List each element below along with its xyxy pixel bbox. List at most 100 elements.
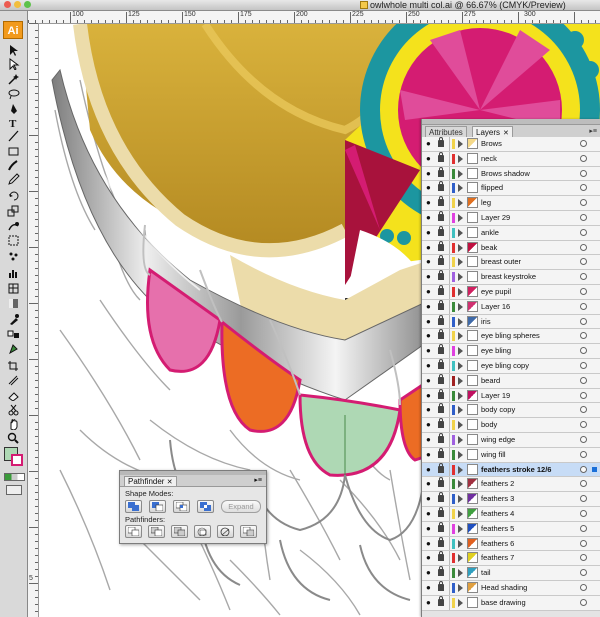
target-circle-icon[interactable]	[580, 302, 587, 310]
visibility-eye-icon[interactable]: ●	[426, 598, 434, 606]
stroke-swatch[interactable]	[11, 454, 23, 466]
divide-button[interactable]	[125, 525, 142, 538]
slice-tool[interactable]	[4, 373, 22, 386]
tab-layers[interactable]: Layers ✕	[472, 126, 513, 137]
layer-name[interactable]: feathers 6	[481, 537, 514, 551]
expand-triangle-icon[interactable]	[458, 539, 463, 548]
eyedropper-tool[interactable]	[4, 312, 22, 325]
eraser-tool[interactable]	[4, 388, 22, 401]
target-circle-icon[interactable]	[580, 450, 587, 458]
outline-button[interactable]	[217, 525, 234, 538]
lock-icon[interactable]	[438, 210, 444, 221]
target-circle-icon[interactable]	[580, 347, 587, 355]
lock-icon[interactable]	[438, 196, 444, 207]
column-graph-tool[interactable]	[4, 266, 22, 279]
layer-row[interactable]: ● Brows shadow	[422, 166, 600, 182]
expand-triangle-icon[interactable]	[458, 376, 463, 385]
layer-name[interactable]: Layer 19	[481, 389, 510, 403]
layer-row[interactable]: ● wing fill	[422, 447, 600, 463]
free-transform-tool[interactable]	[4, 233, 22, 246]
expand-triangle-icon[interactable]	[458, 347, 463, 356]
target-circle-icon[interactable]	[580, 509, 587, 517]
target-circle-icon[interactable]	[580, 213, 587, 221]
layer-name[interactable]: Head shading	[481, 581, 527, 595]
visibility-eye-icon[interactable]: ●	[426, 287, 434, 295]
mesh-tool[interactable]	[4, 281, 22, 294]
layer-name[interactable]: ankle	[481, 226, 499, 240]
expand-triangle-icon[interactable]	[458, 391, 463, 400]
tab-pathfinder[interactable]: Pathfinder ✕	[124, 476, 177, 486]
lock-icon[interactable]	[438, 447, 444, 458]
target-circle-icon[interactable]	[580, 554, 587, 562]
expand-triangle-icon[interactable]	[458, 317, 463, 326]
lock-icon[interactable]	[438, 225, 444, 236]
live-paint-tool[interactable]	[4, 342, 22, 355]
target-circle-icon[interactable]	[580, 243, 587, 251]
expand-triangle-icon[interactable]	[458, 583, 463, 592]
layer-name[interactable]: Layer 29	[481, 211, 510, 225]
screen-mode-button[interactable]	[6, 485, 22, 495]
layer-row[interactable]: ● wing edge	[422, 432, 600, 448]
lock-icon[interactable]	[438, 137, 444, 147]
expand-triangle-icon[interactable]	[458, 465, 463, 474]
layer-row[interactable]: ● Head shading	[422, 580, 600, 596]
layer-name[interactable]: iris	[481, 315, 491, 329]
target-circle-icon[interactable]	[580, 258, 587, 266]
expand-triangle-icon[interactable]	[458, 361, 463, 370]
close-window-button[interactable]	[4, 1, 11, 8]
expand-triangle-icon[interactable]	[458, 140, 463, 148]
expand-triangle-icon[interactable]	[458, 332, 463, 341]
layer-name[interactable]: wing edge	[481, 433, 515, 447]
target-circle-icon[interactable]	[580, 228, 587, 236]
lock-icon[interactable]	[438, 358, 444, 369]
layer-name[interactable]: Brows shadow	[481, 167, 530, 181]
target-circle-icon[interactable]	[580, 524, 587, 532]
zoom-tool[interactable]	[4, 431, 22, 444]
visibility-eye-icon[interactable]: ●	[426, 317, 434, 325]
scissors-tool[interactable]	[4, 403, 22, 416]
panel-menu-icon[interactable]: ▸≡	[589, 127, 597, 135]
crop-button[interactable]	[194, 525, 211, 538]
visibility-eye-icon[interactable]: ●	[426, 569, 434, 577]
expand-triangle-icon[interactable]	[458, 435, 463, 444]
scale-tool[interactable]	[4, 204, 22, 217]
layer-row[interactable]: ● iris	[422, 314, 600, 330]
layer-row[interactable]: ● beard	[422, 373, 600, 389]
line-tool[interactable]	[4, 129, 22, 142]
target-circle-icon[interactable]	[580, 465, 587, 473]
layer-row[interactable]: ● beak	[422, 240, 600, 256]
lock-icon[interactable]	[438, 373, 444, 384]
layer-name[interactable]: tail	[481, 566, 491, 580]
layer-name[interactable]: feathers stroke 12/6	[481, 463, 551, 477]
layer-row[interactable]: ● eye bling	[422, 344, 600, 359]
layer-row[interactable]: ● feathers 2	[422, 477, 600, 493]
layer-row[interactable]: ● body	[422, 418, 600, 433]
layer-name[interactable]: flipped	[481, 181, 503, 195]
expand-triangle-icon[interactable]	[458, 421, 463, 430]
merge-button[interactable]	[171, 525, 188, 538]
lock-icon[interactable]	[438, 284, 444, 295]
layer-name[interactable]: eye pupil	[481, 285, 511, 299]
minimize-window-button[interactable]	[14, 1, 21, 8]
target-circle-icon[interactable]	[580, 184, 587, 192]
lock-icon[interactable]	[438, 492, 444, 503]
expand-triangle-icon[interactable]	[458, 480, 463, 489]
target-circle-icon[interactable]	[580, 273, 587, 281]
layer-name[interactable]: neck	[481, 152, 497, 166]
zoom-window-button[interactable]	[24, 1, 31, 8]
layer-name[interactable]: feathers 7	[481, 551, 514, 565]
target-circle-icon[interactable]	[580, 140, 587, 147]
close-icon[interactable]: ✕	[167, 479, 173, 486]
expand-triangle-icon[interactable]	[458, 184, 463, 193]
layer-row[interactable]: ● tail	[422, 566, 600, 581]
layer-row[interactable]: ● breast outer	[422, 255, 600, 271]
layer-row[interactable]: ● leg	[422, 196, 600, 211]
expand-triangle-icon[interactable]	[458, 569, 463, 578]
lock-icon[interactable]	[438, 181, 444, 192]
expand-button[interactable]: Expand	[221, 500, 261, 513]
layer-row[interactable]: ● breast keystroke	[422, 270, 600, 285]
lock-icon[interactable]	[438, 270, 444, 281]
target-circle-icon[interactable]	[580, 569, 587, 577]
layer-row[interactable]: ● feathers 7	[422, 551, 600, 567]
lock-icon[interactable]	[438, 255, 444, 266]
